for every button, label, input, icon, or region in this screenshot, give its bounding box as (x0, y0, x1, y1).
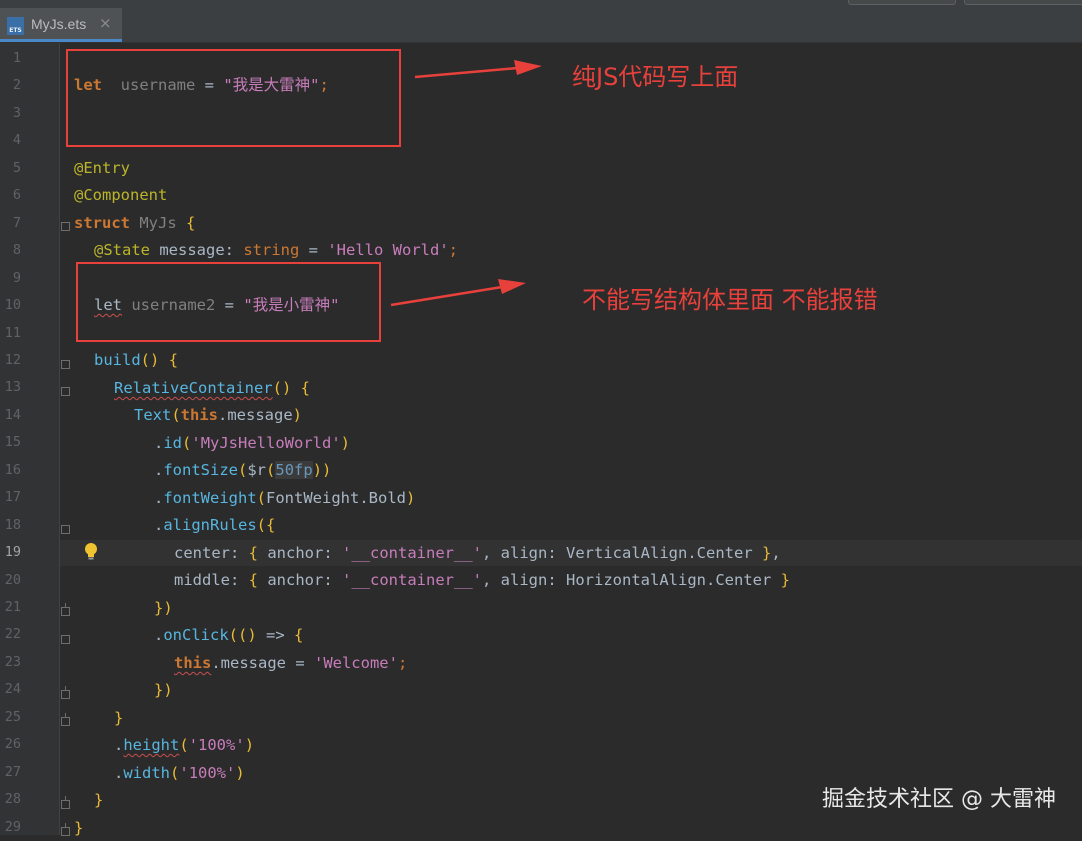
annotation-top-note: 纯JS代码写上面 (572, 63, 739, 91)
watermark: 掘金技术社区 @ 大雷神 (822, 787, 1056, 812)
annotation-middle-note: 不能写结构体里面 不能报错 (582, 286, 878, 314)
arrow-icon (414, 60, 542, 79)
annotation-arrows (390, 60, 542, 307)
arrow-icon (390, 279, 526, 307)
